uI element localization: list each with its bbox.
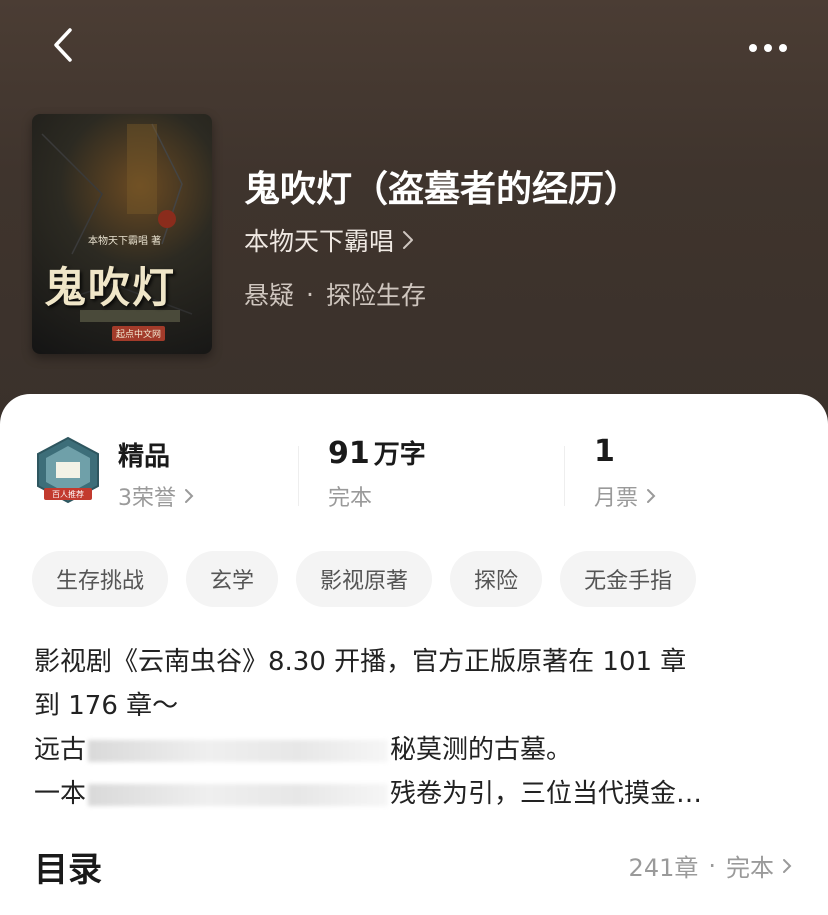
description-line: 远古 秘莫测的古墓。 [34, 728, 798, 772]
book-header: 本物天下霸唱 著 鬼吹灯 起点中文网 鬼吹灯（盗墓者的经历） 本物天下霸唱 悬疑… [0, 0, 828, 430]
completion-status: 完本 [328, 486, 373, 511]
honors-link[interactable]: 3荣誉 [118, 480, 194, 512]
chapter-count: 241章 [628, 854, 699, 882]
quality-level: 精品 [118, 442, 171, 472]
genre-separator: · [306, 279, 314, 309]
word-count-unit: 万字 [373, 440, 426, 470]
chevron-right-icon [402, 230, 414, 250]
book-title: 鬼吹灯（盗墓者的经历） [244, 168, 641, 210]
genre-primary: 悬疑 [244, 281, 295, 310]
toc-heading: 目录 [34, 850, 102, 890]
description-line: 影视剧《云南虫谷》8.30 开播，官方正版原著在 101 章 [34, 647, 687, 677]
toc-separator: · [708, 851, 716, 880]
chevron-right-icon [646, 488, 656, 504]
monthly-ticket-link[interactable]: 月票 [594, 480, 656, 512]
honors-count: 3荣誉 [118, 486, 176, 511]
stat-divider [298, 446, 299, 506]
description-text: 远古 [34, 735, 87, 765]
more-horizontal-icon [748, 38, 788, 57]
tag-chip[interactable]: 无金手指 [560, 551, 697, 607]
monthly-ticket-label: 月票 [594, 486, 639, 511]
more-button[interactable] [740, 26, 796, 68]
author-name: 本物天下霸唱 [244, 227, 395, 256]
description-text: 一本 [34, 779, 87, 809]
cover-publisher-logo: 起点中文网 [112, 326, 166, 341]
tag-chip[interactable]: 生存挑战 [32, 551, 169, 607]
tag-chip[interactable]: 玄学 [186, 551, 279, 607]
description-text: 秘莫测的古墓。 [390, 735, 573, 765]
cover-author-text: 本物天下霸唱 著 [88, 236, 162, 247]
description-line: 到 176 章～ [34, 691, 179, 721]
chevron-left-icon [50, 26, 78, 68]
description-text: 残卷为引，三位当代摸金… [390, 779, 703, 809]
redacted-text [88, 739, 389, 762]
tag-chip[interactable]: 影视原著 [296, 551, 433, 607]
toc-link[interactable]: 241章 · 完本 [629, 848, 792, 883]
chevron-right-icon [782, 858, 792, 874]
back-button[interactable] [40, 26, 88, 68]
word-count-number: 91 [328, 436, 370, 471]
cover-title-text: 鬼吹灯 [44, 263, 177, 312]
genre-secondary: 探险生存 [325, 281, 426, 310]
description-line: 一本 残卷为引，三位当代摸金… [34, 772, 798, 816]
word-count: 91 万字 [328, 434, 426, 471]
quality-badge-icon: 百人推荐 [34, 436, 102, 506]
redacted-text [88, 783, 389, 806]
tag-list: 生存挑战 玄学 影视原著 探险 无金手指 [32, 551, 697, 607]
stat-divider [564, 446, 565, 506]
badge-label: 百人推荐 [52, 489, 84, 499]
book-description[interactable]: 影视剧《云南虫谷》8.30 开播，官方正版原著在 101 章 到 176 章～ … [34, 640, 798, 816]
toc-status: 完本 [726, 854, 774, 882]
monthly-ticket-count: 1 [594, 434, 615, 469]
tag-chip[interactable]: 探险 [450, 551, 543, 607]
genre-line: 悬疑 · 探险生存 [244, 276, 426, 312]
book-cover[interactable]: 本物天下霸唱 著 鬼吹灯 起点中文网 [32, 114, 212, 354]
author-link[interactable]: 本物天下霸唱 [244, 222, 414, 258]
chevron-right-icon [184, 488, 194, 504]
